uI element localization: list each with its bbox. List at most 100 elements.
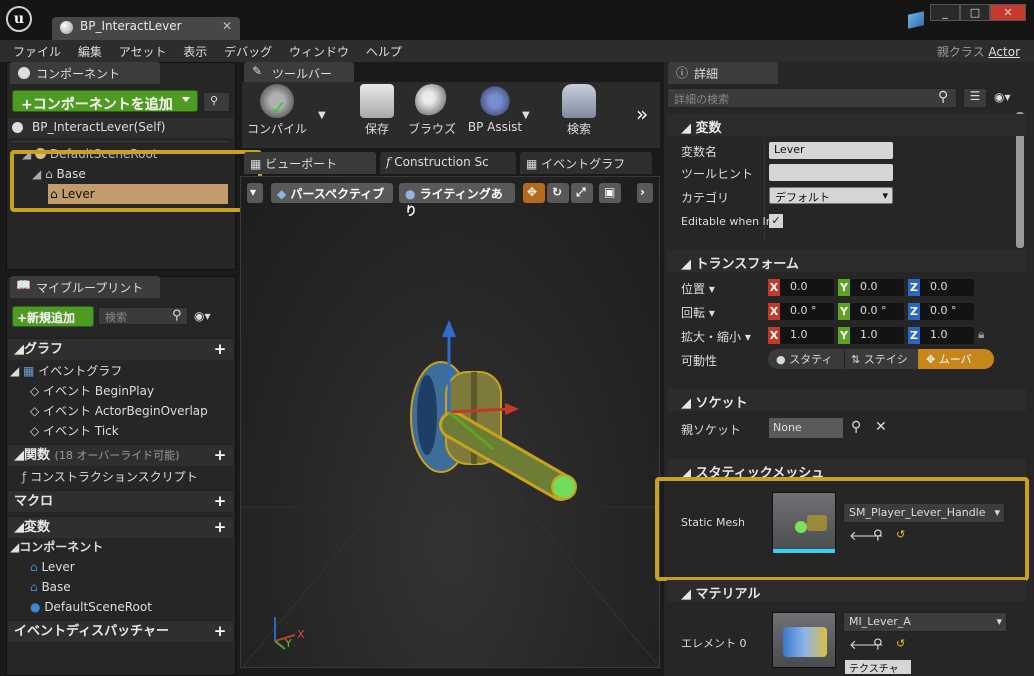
tab-my-blueprint[interactable]: 📖 マイブループリント [10, 276, 160, 298]
mobility-stationary[interactable]: ⇅ ステイシ [844, 349, 918, 369]
add-new-button[interactable]: +新規追加 [12, 306, 94, 327]
tab-viewport[interactable]: ▦ ビューポート [244, 152, 376, 174]
scale-x[interactable]: X 1.0 [768, 327, 834, 344]
rotation-y[interactable]: Y 0.0 ° [838, 303, 904, 320]
rotation-x[interactable]: X 0.0 ° [768, 303, 834, 320]
event-item[interactable]: ◇ イベント ActorBeginOverlap [30, 401, 208, 421]
close-tab-icon[interactable]: ✕ [222, 19, 232, 33]
bp-assist-gear-icon [478, 84, 512, 118]
menu-view[interactable]: 表示 [183, 40, 207, 60]
add-graph-icon[interactable]: + [213, 342, 227, 357]
scale-label[interactable]: 拡大・縮小 ▾ [681, 328, 751, 345]
rotation-label[interactable]: 回転 ▾ [681, 304, 715, 321]
section-functions[interactable]: ◢関数 (18 オーバーライド可能) + [8, 444, 233, 466]
components-category[interactable]: ◢コンポーネント [10, 537, 103, 557]
material-dropdown[interactable]: MI_Lever_A ▾ [843, 612, 1007, 632]
var-name-field[interactable]: Lever [769, 142, 893, 159]
section-dispatchers[interactable]: イベントディスパッチャー + [8, 620, 233, 642]
maximize-button[interactable]: □ [960, 4, 990, 21]
component-variable[interactable]: ⌂ Lever [30, 557, 75, 577]
section-variables[interactable]: ◢変数 + [8, 516, 233, 538]
location-label[interactable]: 位置 ▾ [681, 280, 715, 297]
section-transform[interactable]: ◢ トランスフォーム [667, 250, 1026, 272]
section-macros[interactable]: マクロ + [8, 490, 233, 512]
menu-window[interactable]: ウィンドウ [289, 40, 349, 60]
browse-asset-icon[interactable]: ⚲ [873, 637, 883, 652]
search-icon[interactable]: ⚲ [851, 419, 861, 435]
parent-class: 親クラス Actor [937, 43, 1020, 60]
functions-note: (18 オーバーライド可能) [54, 449, 180, 462]
eye-icon[interactable]: ◉▾ [194, 309, 211, 323]
tab-toolbar[interactable]: ✎ ツールバー [244, 62, 354, 84]
tooltip-field[interactable] [769, 164, 893, 181]
menu-edit[interactable]: 編集 [78, 40, 102, 60]
section-material[interactable]: ◢ マテリアル [667, 580, 1026, 602]
location-x[interactable]: X 0.0 [768, 279, 834, 296]
compile-options-icon[interactable]: ▼ [318, 110, 326, 121]
clear-icon[interactable]: ✕ [875, 419, 887, 435]
compile-button[interactable]: ✓ コンパイル [246, 84, 308, 137]
rotation-z[interactable]: Z 0.0 ° [908, 303, 974, 320]
save-button[interactable]: 保存 [354, 84, 400, 137]
tab-details[interactable]: ⓘ 詳細 [668, 62, 778, 84]
reset-icon[interactable]: ↺ [896, 637, 905, 650]
construction-script-item[interactable]: ƒ コンストラクションスクリプト [22, 467, 198, 487]
section-label: マクロ [14, 494, 54, 509]
search-icon[interactable]: ⚲ [203, 92, 230, 112]
add-component-button[interactable]: +コンポーネントを追加 [12, 90, 198, 113]
menu-debug[interactable]: デバッグ [224, 40, 272, 60]
minimize-button[interactable]: _ [930, 4, 960, 21]
info-icon: ⓘ [676, 66, 689, 80]
add-macro-icon[interactable]: + [213, 494, 227, 509]
add-function-icon[interactable]: + [213, 448, 227, 463]
category-dropdown[interactable]: デフォルト ▾ [769, 187, 893, 204]
viewport[interactable]: ▾ ◆ パースペクティブ ● ライティングあり ✥ ↻ ⤢ ▣ › X Y [240, 176, 661, 669]
component-variable[interactable]: ● DefaultSceneRoot [30, 597, 152, 617]
browse-button[interactable]: ブラウズ [406, 84, 458, 137]
property-matrix-icon[interactable]: ☰ [963, 88, 987, 108]
section-socket[interactable]: ◢ ソケット [667, 389, 1026, 411]
chevron-down-icon [182, 97, 190, 102]
location-y[interactable]: Y 0.0 [838, 279, 904, 296]
chevron-down-icon: ▾ [882, 189, 888, 202]
self-item[interactable]: BP_InteractLever(Self) [8, 118, 234, 138]
add-variable-icon[interactable]: + [213, 520, 227, 535]
event-item[interactable]: ◇ イベント BeginPlay [30, 381, 154, 401]
location-z[interactable]: Z 0.0 [908, 279, 974, 296]
parent-socket-field[interactable]: None [769, 418, 843, 438]
find-button[interactable]: 検索 [556, 84, 602, 137]
document-tab[interactable]: BP_InteractLever ✕ [52, 17, 240, 40]
close-button[interactable]: ✕ [990, 4, 1026, 21]
section-graph[interactable]: ◢グラフ + [8, 338, 233, 360]
details-search-input[interactable]: 詳細の検索 [667, 88, 957, 108]
event-graph-item[interactable]: ◢ ▦ イベントグラフ [10, 361, 122, 381]
component-variable[interactable]: ⌂ Base [30, 577, 71, 597]
lock-icon[interactable]: 🔒︎ [978, 327, 984, 342]
bp-assist-options-icon[interactable]: ▼ [522, 110, 530, 121]
section-variable[interactable]: ◢ 変数 [667, 114, 1026, 136]
menu-help[interactable]: ヘルプ [366, 40, 402, 60]
y-axis-label: Y [838, 303, 850, 320]
tab-toolbar-label: ツールバー [272, 67, 333, 81]
parent-class-link[interactable]: Actor [988, 45, 1020, 59]
menu-asset[interactable]: アセット [119, 40, 167, 60]
event-item[interactable]: ◇ イベント Tick [30, 421, 119, 441]
textures-button[interactable]: テクスチャー [845, 660, 911, 674]
eye-icon[interactable]: ◉▾ [994, 90, 1011, 104]
tab-construction-script[interactable]: f Construction Sc [380, 152, 516, 174]
y-axis-label: Y [838, 327, 850, 344]
tab-event-graph[interactable]: ▦ イベントグラフ [520, 152, 652, 174]
menu-file[interactable]: ファイル [13, 40, 61, 60]
add-dispatcher-icon[interactable]: + [213, 624, 227, 639]
mobility-movable[interactable]: ✥ ムーバ [918, 349, 994, 369]
scale-y[interactable]: Y 1.0 [838, 327, 904, 344]
material-thumbnail[interactable] [772, 612, 836, 668]
var-name-label: 変数名 [681, 145, 718, 159]
component-variable-label: Base [41, 580, 71, 594]
editable-checkbox[interactable]: ✓ [769, 214, 783, 228]
scale-z[interactable]: Z 1.0 [908, 327, 974, 344]
more-icon[interactable]: » [636, 102, 648, 126]
tab-components[interactable]: コンポーネント [10, 62, 160, 84]
bp-assist-button[interactable]: BP Assist [464, 84, 526, 134]
mobility-static[interactable]: ● スタティ [768, 349, 844, 369]
